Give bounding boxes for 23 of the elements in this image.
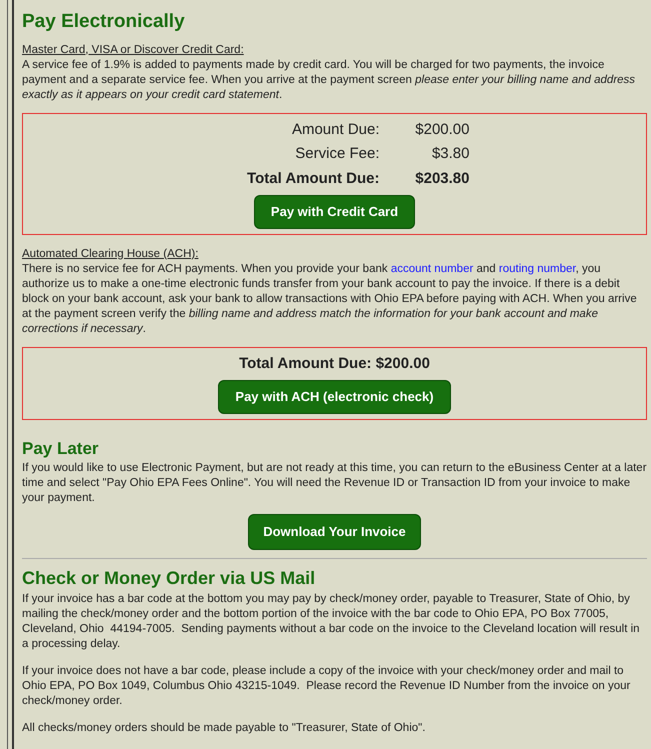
amount-label: Total Amount Due: [246,168,380,188]
method-label: Master Card, VISA or Discover Credit Card: [22,42,245,58]
paragraph: A service fee of 1.9% is added to payments made by credit card. You will be charged for two payments, the invoice payment and a separate service fee. When you arrive at the payment screen please enter your billing name and address exactly as it appears on your credit card statement. [22,58,636,102]
link[interactable]: account number [390,262,474,274]
method-label: Automated Clearing House (ACH): [22,246,200,262]
amount-value: $203.80 [414,168,470,188]
pay-button[interactable]: Pay with Credit Card [254,195,416,228]
pay-button[interactable]: Pay with ACH (electronic check) [218,380,451,414]
paragraph: There is no service fee for ACH payments. When you provide your bank account number and routing number, you authorize us to make a one-time electronic funds transfer from your bank account to pay the invoice. If there is a debit block on your bank account, ask your bank to allow transactions with Ohio EPA before paying with ACH. When you arrive at the payment screen verify the billing name and address match the information for your bank account and make corrections if necessary. [22,262,638,336]
amount-value: $200.00 [414,120,470,140]
total-amount: Total Amount Due: $200.00 [239,354,430,374]
link[interactable]: routing number [498,262,576,274]
amount-label: Amount Due: [290,120,380,140]
amount-label: Service Fee: [294,144,380,164]
paragraph: All checks/money orders should be made payable to "Treasurer, State of Ohio". [22,720,426,736]
paragraph: If you would like to use Electronic Payment, but are not ready at this time, you can return to the eBusiness Center at a later time and select "Pay Ohio EPA Fees Online". You will need the Revenue ID or Transaction ID from your invoice to make your payment. [22,461,647,506]
paragraph: If your invoice does not have a bar code, please include a copy of the invoice with your check/money order and mail to Ohio EPA, PO Box 1049, Columbus Ohio 43215-1049. Please record the Revenue ID Number from the invoice on your check/money order. [22,664,632,708]
paragraph: If your invoice has a bar code at the bottom you may pay by check/money order, payable to Treasurer, State of Ohio, by mailing the check/money order and the bottom portion of the invoice with the bar code to Ohio EPA, PO Box 77005, Cleveland, Ohio 44194-7005. Sending payments without a bar code on the invoice to the Cleveland location will result in a processing delay. [22,592,641,652]
section-heading: Pay Electronically [22,10,186,34]
section-heading: Pay Later [22,438,100,460]
download-invoice-button[interactable]: Download Your Invoice [248,514,421,550]
section-heading: Check or Money Order via US Mail [22,566,316,590]
amount-value: $3.80 [430,144,470,164]
